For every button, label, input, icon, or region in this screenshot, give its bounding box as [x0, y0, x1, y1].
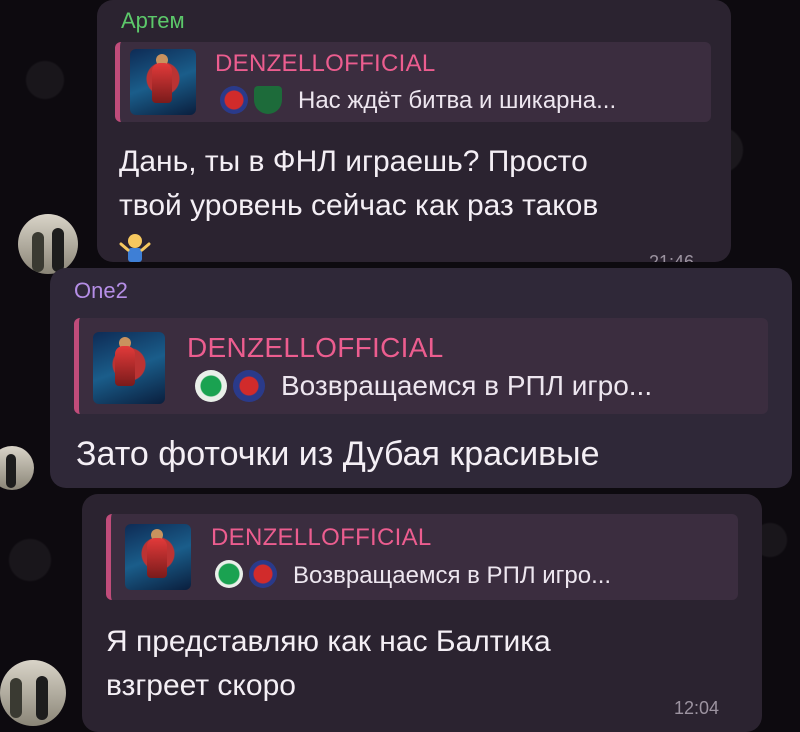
cska-badge-icon — [220, 86, 248, 114]
quote-snippet: Нас ждёт битва и шикарна... — [298, 87, 617, 114]
sender-avatar[interactable] — [0, 660, 66, 726]
message-bubble[interactable]: One2 DENZELLOFFICIAL Возвращаемся в РПЛ … — [50, 268, 792, 488]
akhmat-badge-icon — [215, 560, 243, 588]
quote-snippet: Возвращаемся в РПЛ игро... — [281, 370, 653, 401]
cska-badge-icon — [249, 560, 277, 588]
forwarded-quote[interactable]: DENZELLOFFICIAL Возвращаемся в РПЛ игро.… — [74, 318, 768, 414]
forwarded-quote[interactable]: DENZELLOFFICIAL Нас ждёт битва и шикарна… — [115, 42, 711, 122]
akhmat-badge-icon — [195, 370, 227, 402]
sender-name[interactable]: Артем — [121, 8, 185, 34]
forwarded-quote[interactable]: DENZELLOFFICIAL Возвращаемся в РПЛ игро.… — [106, 514, 738, 600]
quote-channel-name: DENZELLOFFICIAL — [215, 50, 436, 77]
quote-snippet: Возвращаемся в РПЛ игро... — [293, 562, 612, 589]
quote-thumbnail — [125, 524, 191, 590]
message-bubble[interactable]: Артем DENZELLOFFICIAL Нас ждёт битва и ш… — [97, 0, 731, 262]
sender-name[interactable]: One2 — [74, 278, 128, 304]
message-time: 12:04 — [674, 698, 720, 718]
shrug-emoji-icon — [119, 234, 151, 262]
krasnodar-badge-icon — [254, 86, 282, 114]
sender-avatar[interactable] — [18, 214, 78, 274]
message-text: Зато фоточки из Дубая красивые — [76, 435, 600, 473]
message-time: 21:46 — [649, 252, 695, 262]
quote-channel-name: DENZELLOFFICIAL — [211, 524, 432, 551]
quote-thumbnail — [130, 49, 196, 115]
quote-thumbnail — [93, 332, 165, 404]
message-text: Я представляю как нас Балтика взгреет ск… — [106, 625, 551, 702]
quote-channel-name: DENZELLOFFICIAL — [187, 332, 444, 363]
message-text: Дань, ты в ФНЛ играешь? Просто твой уров… — [119, 145, 599, 222]
cska-badge-icon — [233, 370, 265, 402]
message-bubble[interactable]: DENZELLOFFICIAL Возвращаемся в РПЛ игро.… — [82, 494, 762, 732]
